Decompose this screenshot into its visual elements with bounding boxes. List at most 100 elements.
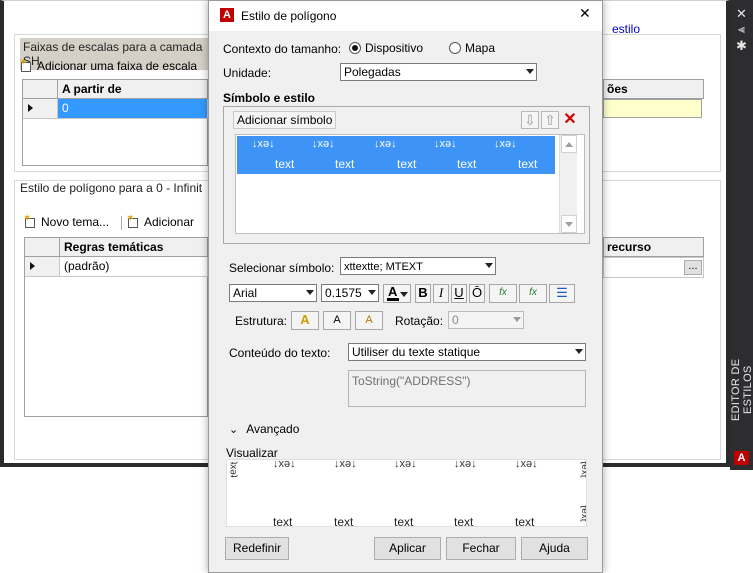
preview-side-glyph: ʇxǝʇ	[579, 505, 587, 522]
fx-color-button[interactable]: fx	[489, 284, 517, 303]
notes-cell[interactable]	[603, 99, 702, 118]
text-halo-button[interactable]: A	[323, 311, 351, 330]
font-size-select[interactable]: 0.1575	[321, 284, 379, 302]
select-symbol-label: Selecionar símbolo:	[229, 261, 335, 275]
text-color-button[interactable]: A	[383, 284, 411, 303]
text-expression-field[interactable]: ToString("ADDRESS")	[348, 370, 586, 407]
chevron-up-icon	[565, 142, 573, 147]
close-icon[interactable]: ✕	[730, 6, 753, 22]
rotation-select[interactable]: 0	[448, 311, 524, 329]
from-value-cell[interactable]: 0	[58, 99, 208, 119]
new-theme-button[interactable]: ✶ Novo tema...	[23, 213, 109, 229]
fx-expression-button[interactable]: fx	[519, 284, 547, 303]
text-content-select[interactable]: Utiliser du texte statique	[348, 343, 586, 361]
move-down-icon[interactable]: ⇩	[521, 111, 539, 129]
reset-button[interactable]: Redefinir	[225, 537, 289, 560]
map-radio-dot	[449, 42, 461, 54]
rotation-label: Rotação:	[395, 314, 444, 328]
chevron-down-icon	[306, 290, 314, 295]
theme-rules-grid: Regras temáticas (padrão)	[24, 237, 208, 417]
chevron-down-icon	[485, 263, 493, 268]
preview-glyph: ↓xǝ↓	[394, 459, 417, 470]
text-frame-button[interactable]: A	[291, 311, 319, 330]
device-radio[interactable]: Dispositivo	[349, 41, 423, 55]
preview-text: text	[273, 515, 293, 527]
preview-side-glyph: ʇxǝʇ	[579, 461, 587, 478]
chevron-down-icon	[513, 317, 521, 322]
italic-button[interactable]: I	[433, 284, 449, 303]
add-scale-icon: ✶	[19, 57, 34, 73]
symbol-glyph: ↓xǝ↓	[434, 138, 457, 150]
close-button[interactable]: Fechar	[446, 537, 516, 560]
chevron-down-icon: ⌄	[229, 423, 239, 436]
symbol-text: text	[518, 157, 538, 171]
fx-icon: fx	[499, 287, 507, 298]
scroll-up-button[interactable]	[561, 135, 577, 153]
settings-icon[interactable]: ✱	[730, 38, 753, 54]
preview-glyph: ↓xǝ↓	[273, 459, 296, 470]
text-content-label: Conteúdo do texto:	[229, 346, 331, 360]
select-symbol-combo[interactable]: xttextte; MTEXT	[340, 257, 496, 275]
text-background-button[interactable]: A	[355, 311, 383, 330]
preview-side-glyph: ʇxǝʇ	[227, 461, 239, 478]
chevron-down-icon	[368, 290, 376, 295]
size-context-label: Contexto do tamanho:	[223, 42, 342, 56]
font-family-select[interactable]: Arial	[229, 284, 317, 302]
advanced-toggle[interactable]: ⌄ Avançado	[229, 422, 299, 436]
symbol-text: text	[457, 157, 477, 171]
resource-column-header: recurso	[603, 237, 704, 257]
chevron-down-icon	[575, 349, 583, 354]
symbol-glyph: ↓xǝ↓	[494, 138, 517, 150]
bold-button[interactable]: B	[415, 284, 431, 303]
symbol-glyph: ↓xǝ↓	[252, 138, 275, 150]
delete-icon[interactable]: ✕	[561, 111, 579, 129]
pin-icon[interactable]: ⫷	[730, 22, 753, 37]
unit-label: Unidade:	[223, 66, 272, 80]
move-up-icon[interactable]: ⇧	[541, 111, 559, 129]
add-rule-button[interactable]: ✶ Adicionar	[127, 215, 207, 229]
add-rule-icon: ✶	[127, 215, 141, 229]
default-rule-cell[interactable]: (padrão)	[60, 257, 208, 277]
preview-glyph: ↓xǝ↓	[454, 459, 477, 470]
toolbar-separator	[121, 216, 122, 230]
symbol-list-scrollbar[interactable]	[559, 135, 577, 233]
structure-label: Estrutura:	[235, 314, 288, 328]
row-selector[interactable]	[25, 257, 60, 277]
scroll-down-button[interactable]	[561, 215, 577, 233]
preview-text: text	[515, 515, 535, 527]
scale-ranges-grid: A partir de 0	[22, 79, 208, 166]
close-icon[interactable]: ✕	[579, 5, 591, 22]
overline-button[interactable]: Ō	[469, 284, 485, 303]
polygon-style-dialog: A Estilo de polígono ✕ Contexto do taman…	[208, 0, 603, 573]
symbol-glyph: ↓xǝ↓	[312, 138, 335, 150]
apply-button[interactable]: Aplicar	[374, 537, 441, 560]
dialog-title-bar: A Estilo de polígono ✕	[209, 1, 602, 31]
symbol-glyph: ↓xǝ↓	[374, 138, 397, 150]
unit-select[interactable]: Polegadas	[340, 63, 537, 81]
line-spacing-icon[interactable]: ☰	[549, 284, 575, 303]
fx-icon: fx	[529, 287, 537, 298]
row-pointer-icon	[30, 262, 35, 270]
theme-rules-column-header: Regras temáticas	[60, 238, 208, 257]
autocad-logo-icon: A	[734, 451, 749, 465]
map-radio[interactable]: Mapa	[449, 41, 495, 55]
row-selector[interactable]	[23, 99, 58, 119]
preview-glyph: ↓xǝ↓	[334, 459, 357, 470]
resource-browse-button[interactable]: ...	[684, 260, 702, 275]
add-symbol-button[interactable]: Adicionar símbolo	[233, 111, 337, 129]
help-button[interactable]: Ajuda	[521, 537, 588, 560]
resource-cell[interactable]: ...	[603, 257, 704, 278]
preview-glyph: ↓xǝ↓	[515, 459, 538, 470]
from-column-header: A partir de	[58, 80, 208, 99]
polygon-style-label: Estilo de polígono para a 0 - Infinit	[20, 181, 203, 195]
symbol-text: text	[397, 157, 417, 171]
grid-corner	[23, 80, 58, 99]
preview-label: Visualizar	[226, 446, 278, 460]
grid-corner	[25, 238, 60, 257]
preview-text: text	[454, 515, 474, 527]
underline-button[interactable]: U	[451, 284, 467, 303]
color-swatch	[387, 298, 399, 301]
add-scale-range-button[interactable]: ✶ Adicionar uma faixa de escala	[19, 57, 197, 73]
symbol-text: text	[335, 157, 355, 171]
symbol-list-item[interactable]: ↓xǝ↓ ↓xǝ↓ ↓xǝ↓ ↓xǝ↓ ↓xǝ↓ text text text …	[237, 136, 555, 174]
